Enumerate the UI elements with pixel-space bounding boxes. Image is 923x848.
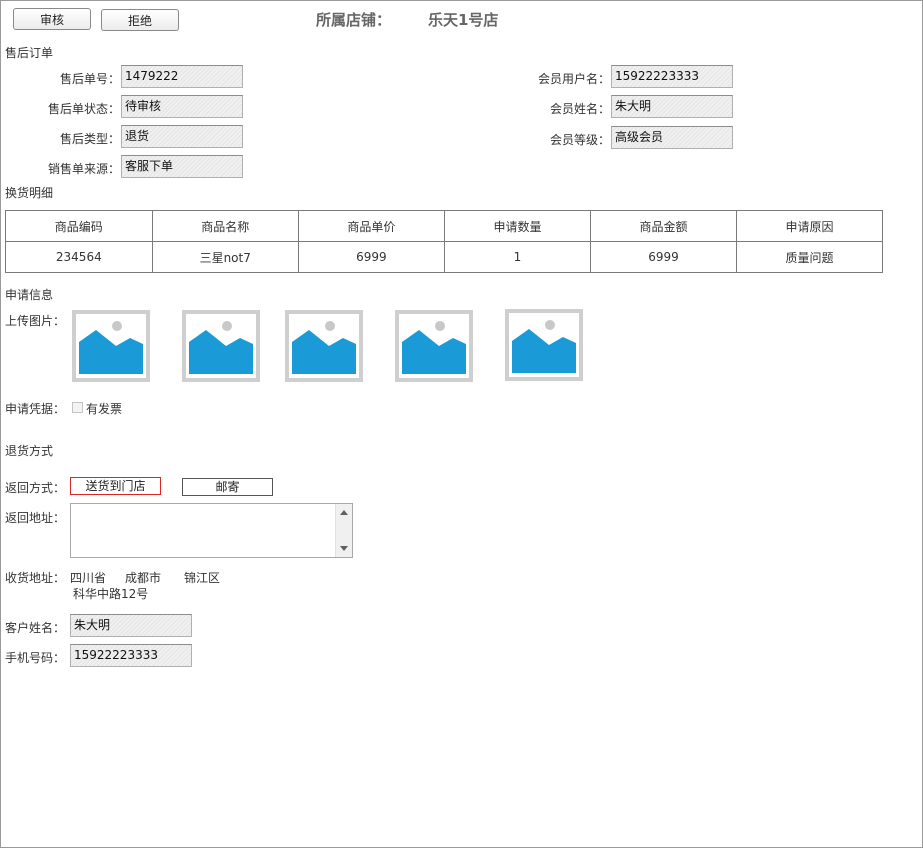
scroll-down-icon[interactable] bbox=[340, 546, 348, 551]
invoice-checkbox-label: 有发票 bbox=[86, 402, 123, 416]
receive-address-label: 收货地址： bbox=[5, 571, 66, 585]
uploaded-image-3[interactable] bbox=[285, 310, 363, 382]
table-cell: 三星not7 bbox=[151, 241, 299, 273]
image-placeholder-icon bbox=[512, 320, 576, 373]
table-cell: 6999 bbox=[589, 241, 738, 273]
customer-name-field: 朱大明 bbox=[70, 614, 192, 637]
member-name-label: 会员姓名： bbox=[549, 102, 610, 116]
uploaded-image-2[interactable] bbox=[182, 310, 260, 382]
image-placeholder-icon bbox=[189, 321, 253, 374]
return-address-textarea[interactable] bbox=[70, 503, 353, 558]
column-header: 申请原因 bbox=[736, 210, 883, 242]
receive-street: 科华中路12号 bbox=[73, 587, 149, 601]
source-field: 客服下单 bbox=[121, 155, 243, 178]
phone-field: 15922223333 bbox=[70, 644, 192, 667]
receive-district: 锦江区 bbox=[184, 571, 221, 585]
section-title-apply: 申请信息 bbox=[5, 288, 54, 302]
section-title-order: 售后订单 bbox=[5, 46, 54, 60]
return-method-store-button[interactable]: 送货到门店 bbox=[70, 477, 161, 495]
store-label: 所属店铺： bbox=[316, 11, 392, 29]
table-cell: 6999 bbox=[297, 241, 446, 273]
customer-name-label: 客户姓名： bbox=[5, 621, 66, 635]
receive-city: 成都市 bbox=[125, 571, 162, 585]
after-sale-no-label: 售后单号： bbox=[59, 72, 120, 86]
section-title-return: 退货方式 bbox=[5, 444, 54, 458]
column-header: 商品单价 bbox=[297, 210, 446, 242]
evidence-label: 申请凭据： bbox=[5, 402, 66, 416]
reject-button[interactable]: 拒绝 bbox=[101, 9, 179, 31]
scroll-up-icon[interactable] bbox=[340, 510, 348, 515]
approve-button[interactable]: 审核 bbox=[13, 8, 91, 30]
status-label: 售后单状态： bbox=[47, 102, 120, 116]
table-header-row: 商品编码 商品名称 商品单价 申请数量 商品金额 申请原因 bbox=[5, 210, 883, 242]
uploaded-image-1[interactable] bbox=[72, 310, 150, 382]
member-level-field: 高级会员 bbox=[611, 126, 733, 149]
phone-label: 手机号码： bbox=[5, 651, 66, 665]
table-cell: 234564 bbox=[5, 241, 153, 273]
section-title-detail: 换货明细 bbox=[5, 186, 54, 200]
upload-images-label: 上传图片： bbox=[5, 314, 66, 328]
source-label: 销售单来源： bbox=[47, 162, 120, 176]
column-header: 商品金额 bbox=[589, 210, 738, 242]
uploaded-image-4[interactable] bbox=[395, 310, 473, 382]
type-label: 售后类型： bbox=[59, 132, 120, 146]
member-level-label: 会员等级： bbox=[549, 133, 610, 147]
image-placeholder-icon bbox=[79, 321, 143, 374]
type-field: 退货 bbox=[121, 125, 243, 148]
table-cell: 质量问题 bbox=[736, 241, 883, 273]
column-header: 商品编码 bbox=[5, 210, 153, 242]
column-header: 申请数量 bbox=[444, 210, 591, 242]
return-method-label: 返回方式： bbox=[5, 481, 66, 495]
return-method-mail-button[interactable]: 邮寄 bbox=[182, 478, 273, 496]
member-name-field: 朱大明 bbox=[611, 95, 733, 118]
member-username-label: 会员用户名： bbox=[537, 72, 610, 86]
textarea-scrollbar[interactable] bbox=[335, 504, 352, 557]
detail-table: 商品编码 商品名称 商品单价 申请数量 商品金额 申请原因 234564 三星n… bbox=[5, 210, 883, 273]
invoice-checkbox[interactable] bbox=[72, 402, 83, 413]
receive-province: 四川省 bbox=[70, 571, 107, 585]
store-name: 乐天1号店 bbox=[428, 11, 499, 29]
table-cell: 1 bbox=[444, 241, 591, 273]
column-header: 商品名称 bbox=[151, 210, 299, 242]
member-username-field: 15922223333 bbox=[611, 65, 733, 88]
status-field: 待审核 bbox=[121, 95, 243, 118]
uploaded-image-5[interactable] bbox=[505, 309, 583, 381]
image-placeholder-icon bbox=[292, 321, 356, 374]
image-placeholder-icon bbox=[402, 321, 466, 374]
table-row: 234564 三星not7 6999 1 6999 质量问题 bbox=[5, 241, 883, 273]
return-address-label: 返回地址： bbox=[5, 511, 66, 525]
after-sale-no-field: 1479222 bbox=[121, 65, 243, 88]
